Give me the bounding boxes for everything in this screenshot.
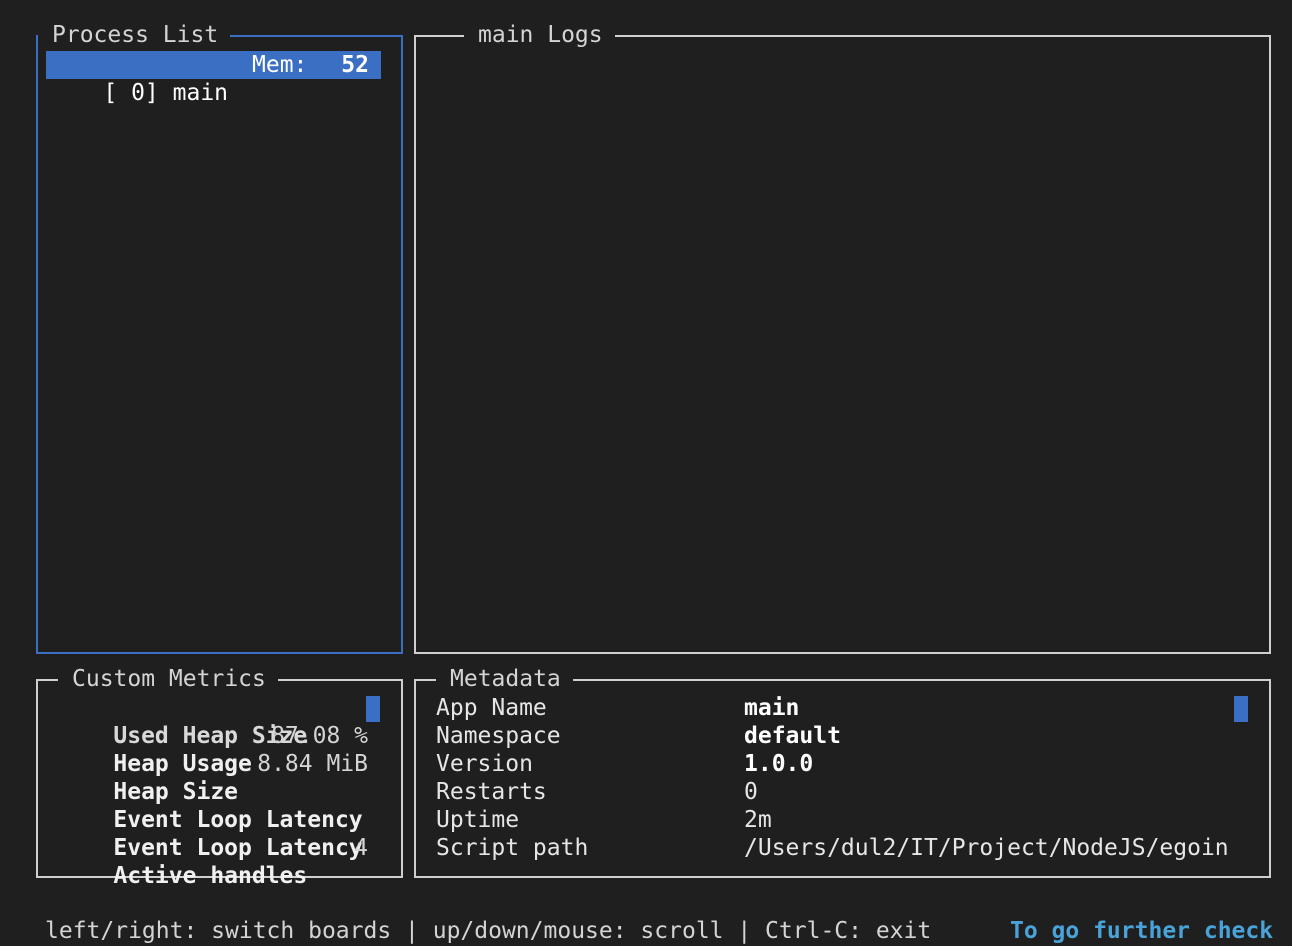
metadata-key: Uptime <box>436 807 520 833</box>
custom-metrics-title: Custom Metrics <box>58 664 278 694</box>
metric-value: 4 <box>354 835 368 861</box>
metric-row: Heap Usage 87.08 % <box>58 722 368 777</box>
process-mem-value: 52 <box>341 52 369 78</box>
metadata-key: Namespace <box>436 723 561 749</box>
metadata-key: Restarts <box>436 779 547 805</box>
metadata-row: App Name main <box>436 694 1236 722</box>
metadata-value: 2m <box>744 807 772 833</box>
keyboard-help-text: left/right: switch boards | up/down/mous… <box>45 918 932 944</box>
metadata-title: Metadata <box>436 664 573 694</box>
metadata-panel[interactable]: Metadata App Name main Namespace default… <box>414 664 1271 878</box>
metadata-value: default <box>744 723 841 749</box>
scrollbar-thumb[interactable] <box>1234 696 1248 722</box>
metric-value: 8.84 MiB <box>257 751 368 777</box>
metadata-value: main <box>744 695 800 721</box>
process-list-title: Process List <box>38 20 231 50</box>
metadata-row: Uptime 2m <box>436 806 1236 834</box>
process-row[interactable]: [ 0] main Mem: 52 <box>46 51 381 106</box>
process-list-panel[interactable]: Process List [ 0] main Mem: 52 <box>36 20 403 654</box>
metadata-row: Namespace default <box>436 722 1236 750</box>
metric-row: Active handles 4 <box>58 834 368 889</box>
further-info-link[interactable]: To go further check <box>1010 916 1273 946</box>
metric-row: Used Heap Size <box>58 694 307 749</box>
metric-value: 87.08 % <box>271 723 368 749</box>
metadata-key: App Name <box>436 695 547 721</box>
metric-label: Active handles <box>113 863 308 889</box>
process-mem-label: Mem: <box>252 52 308 78</box>
logs-panel[interactable]: main Logs <box>414 20 1271 654</box>
metric-row: Event Loop Latency <box>58 806 362 861</box>
logs-title: main Logs <box>464 20 615 50</box>
metadata-row: Version 1.0.0 <box>436 750 1236 778</box>
metric-row: Event Loop Latency <box>58 778 362 833</box>
metadata-value: /Users/dul2/IT/Project/NodeJS/egoin <box>744 835 1229 861</box>
metadata-row: Restarts 0 <box>436 778 1236 806</box>
scrollbar-thumb[interactable] <box>366 696 380 722</box>
metadata-key: Script path <box>436 835 589 861</box>
process-id-label: [ 0] main <box>103 80 229 106</box>
metric-row: Heap Size 8.84 MiB <box>58 750 368 805</box>
metadata-value: 0 <box>744 779 758 805</box>
metadata-value: 1.0.0 <box>744 751 814 777</box>
custom-metrics-panel[interactable]: Custom Metrics Used Heap Size Heap Usage… <box>36 664 403 889</box>
metadata-key: Version <box>436 751 533 777</box>
metadata-row: Script path /Users/dul2/IT/Project/NodeJ… <box>436 834 1236 862</box>
